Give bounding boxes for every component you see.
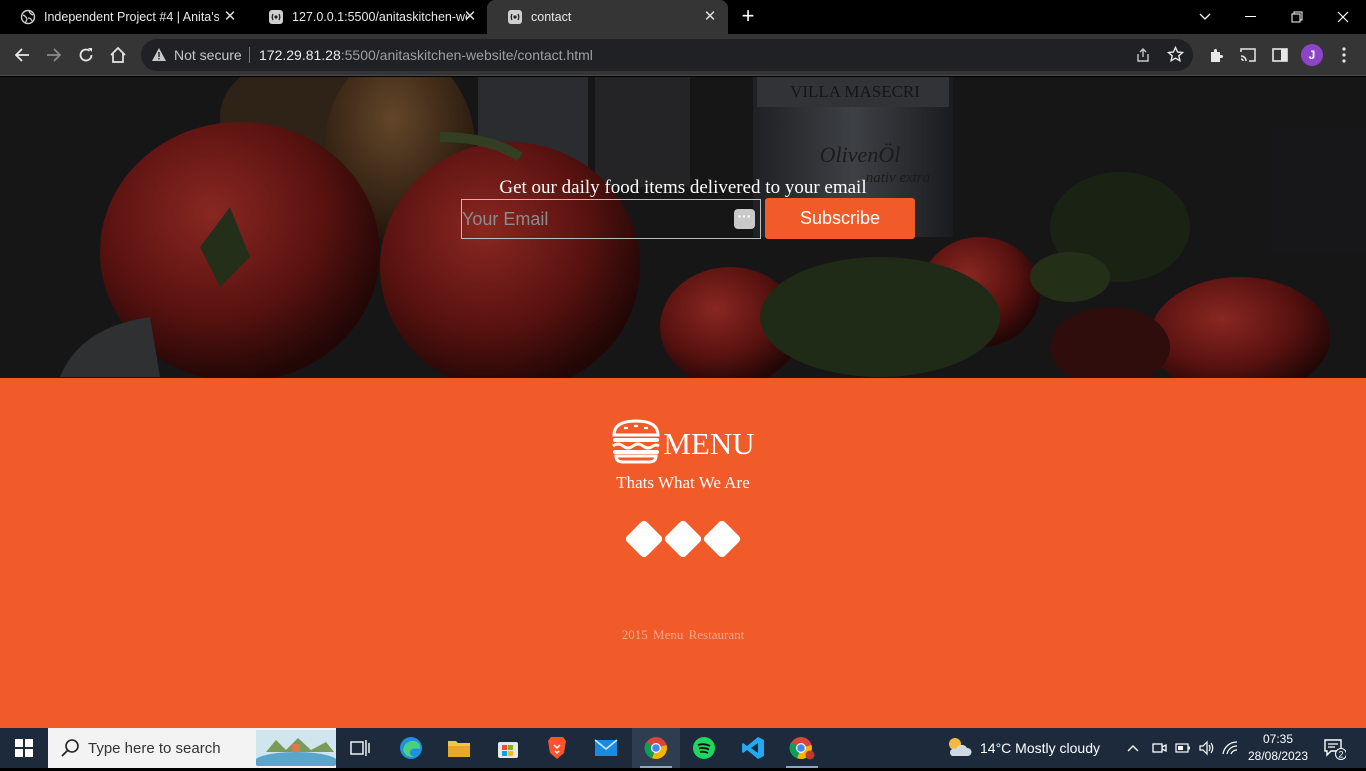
file-explorer-icon[interactable] — [435, 728, 483, 768]
footer-tagline: Thats What We Are — [616, 473, 750, 492]
extensions-puzzle-icon[interactable] — [1204, 43, 1228, 67]
tab-title: 127.0.0.1:5500/anitaskitchen-website — [292, 10, 467, 24]
weather-widget[interactable]: 14°C Mostly cloudy — [946, 728, 1100, 768]
broadcast-icon — [268, 9, 284, 25]
tab-localhost[interactable]: 127.0.0.1:5500/anitaskitchen-website ✕ — [248, 0, 488, 34]
globe-icon — [20, 9, 36, 25]
chrome-profile-icon[interactable] — [778, 728, 826, 768]
menu-kebab-icon[interactable] — [1332, 43, 1356, 67]
new-tab-button[interactable]: + — [736, 5, 760, 29]
security-label[interactable]: Not secure — [174, 47, 242, 63]
search-placeholder: Type here to search — [88, 740, 221, 757]
footer-logo[interactable]: MENU — [0, 418, 1366, 469]
subscribe-button[interactable]: Subscribe — [765, 198, 915, 239]
browser-toolbar: Not secure 172.29.81.28:5500/anitaskitch… — [0, 34, 1366, 76]
mail-icon[interactable] — [582, 728, 630, 768]
task-view-icon[interactable] — [336, 728, 384, 768]
close-tab-icon[interactable]: ✕ — [702, 9, 718, 25]
copyright-text: 2015 Menu Restaurant — [621, 627, 745, 642]
url-path: :5500/anitaskitchen-website/contact.html — [340, 47, 593, 63]
broadcast-icon — [507, 9, 523, 25]
logo-text: MENU — [663, 425, 755, 461]
email-input[interactable] — [461, 199, 761, 239]
volume-icon[interactable] — [1198, 728, 1216, 768]
divider — [249, 47, 250, 63]
tab-contact[interactable]: contact ✕ — [487, 0, 728, 34]
weather-text: 14°C Mostly cloudy — [980, 740, 1100, 756]
meet-now-icon[interactable] — [1151, 728, 1167, 768]
home-icon[interactable] — [106, 43, 130, 67]
tab-title: contact — [531, 10, 572, 24]
tab-title: Independent Project #4 | Anita's Kitchen — [44, 10, 219, 24]
notification-center-icon[interactable]: 2 — [1322, 736, 1347, 760]
notification-count: 2 — [1338, 750, 1343, 760]
password-manager-icon[interactable]: ··· — [734, 209, 755, 229]
close-tab-icon[interactable]: ✕ — [222, 9, 238, 25]
back-arrow-icon[interactable] — [10, 43, 34, 67]
tab-search-chevron-icon[interactable] — [1182, 0, 1228, 34]
wifi-icon[interactable] — [1222, 728, 1238, 768]
social-diamond-icon[interactable] — [663, 519, 703, 559]
brave-browser-icon[interactable] — [533, 728, 581, 768]
browser-tab-strip: Independent Project #4 | Anita's Kitchen… — [0, 0, 1366, 34]
forward-arrow-icon[interactable] — [42, 43, 66, 67]
subscribe-heading: Get our daily food items delivered to yo… — [499, 177, 867, 198]
cast-icon[interactable] — [1236, 43, 1260, 67]
address-bar[interactable]: Not secure 172.29.81.28:5500/anitaskitch… — [141, 39, 1193, 71]
social-diamond-icon[interactable] — [702, 519, 742, 559]
search-icon — [60, 738, 80, 763]
minimize-icon[interactable] — [1228, 0, 1274, 34]
battery-icon[interactable] — [1175, 728, 1191, 768]
profile-avatar[interactable]: J — [1301, 44, 1323, 66]
edge-browser-icon[interactable] — [387, 728, 435, 768]
share-icon[interactable] — [1135, 47, 1151, 68]
show-hidden-icons-chevron-icon[interactable] — [1127, 728, 1139, 768]
chrome-icon[interactable] — [632, 728, 680, 768]
windows-taskbar: Type here to search 14°C Mostly cloudy 0… — [0, 728, 1366, 771]
windows-start-icon[interactable] — [0, 728, 48, 768]
taskbar-search-box[interactable]: Type here to search — [48, 728, 338, 771]
side-panel-icon[interactable] — [1268, 43, 1292, 67]
clock-time: 07:35 — [1262, 732, 1294, 746]
url-text[interactable]: 172.29.81.28:5500/anitaskitchen-website/… — [259, 47, 593, 63]
close-window-icon[interactable] — [1320, 0, 1366, 34]
site-footer: MENU Thats What We Are 2015 Menu Restaur… — [0, 378, 1366, 728]
taskbar-clock[interactable]: 07:35 28/08/2023 — [1240, 731, 1316, 765]
social-diamond-icon[interactable] — [624, 519, 664, 559]
cloudy-weather-icon — [946, 736, 972, 761]
reload-icon[interactable] — [74, 43, 98, 67]
newsletter-hero: VILLA MASECRI OlivenÖl nativ extra Get o… — [0, 77, 1366, 378]
page-viewport: VILLA MASECRI OlivenÖl nativ extra Get o… — [0, 77, 1366, 728]
tab-independent-project[interactable]: Independent Project #4 | Anita's Kitchen… — [0, 0, 248, 34]
vscode-icon[interactable] — [729, 728, 777, 768]
bookmark-star-icon[interactable] — [1166, 45, 1185, 68]
url-host: 172.29.81.28 — [259, 47, 341, 63]
restore-icon[interactable] — [1274, 0, 1320, 34]
search-highlight-icon — [254, 730, 338, 771]
spotify-icon[interactable] — [680, 728, 728, 768]
clock-date: 28/08/2023 — [1247, 749, 1309, 763]
close-tab-icon[interactable]: ✕ — [462, 9, 478, 25]
microsoft-store-icon[interactable] — [484, 728, 532, 768]
warning-icon[interactable] — [151, 47, 167, 67]
burger-icon — [611, 418, 661, 469]
social-links — [624, 519, 744, 560]
